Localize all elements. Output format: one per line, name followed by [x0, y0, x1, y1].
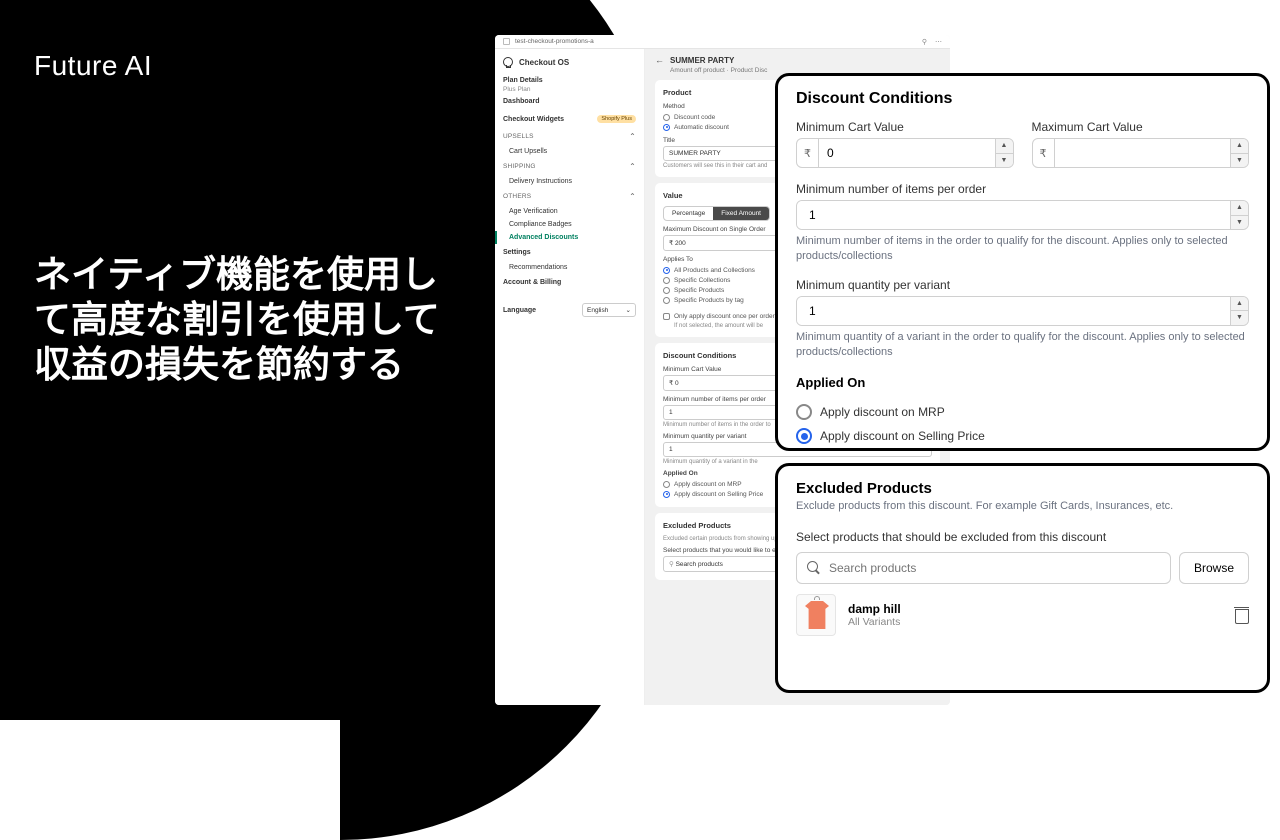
step-up-icon[interactable]: ▲ — [1231, 139, 1248, 154]
store-icon — [503, 38, 510, 45]
overlay2-title: Excluded Products — [796, 480, 1249, 497]
mic-icon[interactable]: ⚲ — [922, 38, 927, 46]
max-cart-input[interactable]: ₹ ▲▼ — [1032, 138, 1250, 168]
back-button[interactable]: ← — [655, 55, 664, 65]
min-qty-label: Minimum quantity per variant — [796, 278, 1249, 292]
search-icon — [807, 561, 821, 575]
min-cart-field[interactable] — [819, 139, 995, 167]
overlay2-subtitle: Exclude products from this discount. For… — [796, 500, 1249, 512]
currency-symbol: ₹ — [1033, 139, 1055, 167]
step-up-icon[interactable]: ▲ — [1231, 297, 1248, 312]
bulb-icon — [503, 57, 513, 67]
chevron-up-icon: ⌃ — [629, 192, 636, 201]
sidebar-item-age[interactable]: Age Verification — [503, 205, 636, 218]
discount-conditions-overlay: Discount Conditions Minimum Cart Value ₹… — [775, 73, 1270, 451]
applied-on-heading: Applied On — [796, 375, 1249, 390]
value-segment[interactable]: PercentageFixed Amount — [663, 206, 770, 221]
chevron-up-icon: ⌃ — [629, 132, 636, 141]
sidebar-account[interactable]: Account & Billing — [503, 274, 636, 291]
step-down-icon[interactable]: ▼ — [1231, 216, 1248, 230]
app-name: Checkout OS — [519, 58, 569, 67]
sidebar-plan-sub: Plus Plan — [503, 86, 636, 93]
topbar: test-checkout-promotions-a ⚲ ⋯ — [495, 35, 950, 49]
sidebar-item-compliance[interactable]: Compliance Badges — [503, 218, 636, 231]
product-name: damp hill — [848, 602, 901, 616]
group-upsells[interactable]: UPSELLS⌃ — [503, 128, 636, 145]
search-field[interactable] — [829, 561, 1160, 575]
sidebar-item-recommendations[interactable]: Recommendations — [503, 261, 636, 274]
step-down-icon[interactable]: ▼ — [996, 154, 1013, 168]
product-variants: All Variants — [848, 616, 901, 628]
sidebar: Checkout OS Plan Details Plus Plan Dashb… — [495, 49, 645, 705]
sidebar-item-cart-upsells[interactable]: Cart Upsells — [503, 145, 636, 158]
min-cart-input[interactable]: ₹ ▲▼ — [796, 138, 1014, 168]
sidebar-item-advanced-discounts[interactable]: Advanced Discounts — [495, 231, 636, 244]
page-title: SUMMER PARTY — [670, 56, 734, 65]
min-items-label: Minimum number of items per order — [796, 182, 1249, 196]
overlay1-title: Discount Conditions — [796, 90, 1249, 108]
brand-title: Future AI — [34, 50, 466, 82]
radio-apply-mrp[interactable]: Apply discount on MRP — [796, 400, 1249, 424]
min-cart-label: Minimum Cart Value — [796, 120, 1014, 134]
plus-badge: Shopify Plus — [597, 115, 636, 123]
min-qty-input[interactable]: ▲▼ — [796, 296, 1249, 326]
max-cart-label: Maximum Cart Value — [1032, 120, 1250, 134]
step-up-icon[interactable]: ▲ — [996, 139, 1013, 154]
min-qty-hint: Minimum quantity of a variant in the ord… — [796, 330, 1249, 360]
radio-apply-selling[interactable]: Apply discount on Selling Price — [796, 424, 1249, 448]
product-thumbnail — [796, 594, 836, 636]
excluded-product-row: damp hill All Variants — [796, 594, 1249, 636]
chevron-down-icon: ⌄ — [626, 306, 631, 314]
group-others[interactable]: OTHERS⌃ — [503, 188, 636, 205]
excluded-products-overlay: Excluded Products Exclude products from … — [775, 463, 1270, 693]
min-qty-field[interactable] — [797, 297, 1230, 325]
trash-icon[interactable] — [1234, 607, 1249, 623]
chevron-up-icon: ⌃ — [629, 162, 636, 171]
browse-button[interactable]: Browse — [1179, 552, 1249, 584]
hero-tagline: ネイティブ機能を使用して高度な割引を使用して収益の損失を節約する — [34, 252, 466, 387]
step-down-icon[interactable]: ▼ — [1231, 311, 1248, 325]
sidebar-settings[interactable]: Settings — [503, 244, 636, 261]
language-label: Language — [503, 307, 536, 314]
language-select[interactable]: English⌄ — [582, 303, 636, 317]
step-down-icon[interactable]: ▼ — [1231, 154, 1248, 168]
sidebar-dashboard[interactable]: Dashboard — [503, 93, 636, 110]
select-products-label: Select products that should be excluded … — [796, 530, 1249, 544]
sidebar-plan-title[interactable]: Plan Details — [503, 77, 636, 84]
search-products-input[interactable] — [796, 552, 1171, 584]
max-cart-field[interactable] — [1055, 139, 1231, 167]
sidebar-item-delivery[interactable]: Delivery Instructions — [503, 175, 636, 188]
currency-symbol: ₹ — [797, 139, 819, 167]
min-items-field[interactable] — [797, 201, 1230, 229]
sidebar-widgets[interactable]: Checkout WidgetsShopify Plus — [503, 110, 636, 128]
min-items-hint: Minimum number of items in the order to … — [796, 234, 1249, 264]
more-icon[interactable]: ⋯ — [935, 38, 942, 46]
step-up-icon[interactable]: ▲ — [1231, 201, 1248, 216]
group-shipping[interactable]: SHIPPING⌃ — [503, 158, 636, 175]
breadcrumb[interactable]: test-checkout-promotions-a — [515, 38, 594, 45]
min-items-input[interactable]: ▲▼ — [796, 200, 1249, 230]
